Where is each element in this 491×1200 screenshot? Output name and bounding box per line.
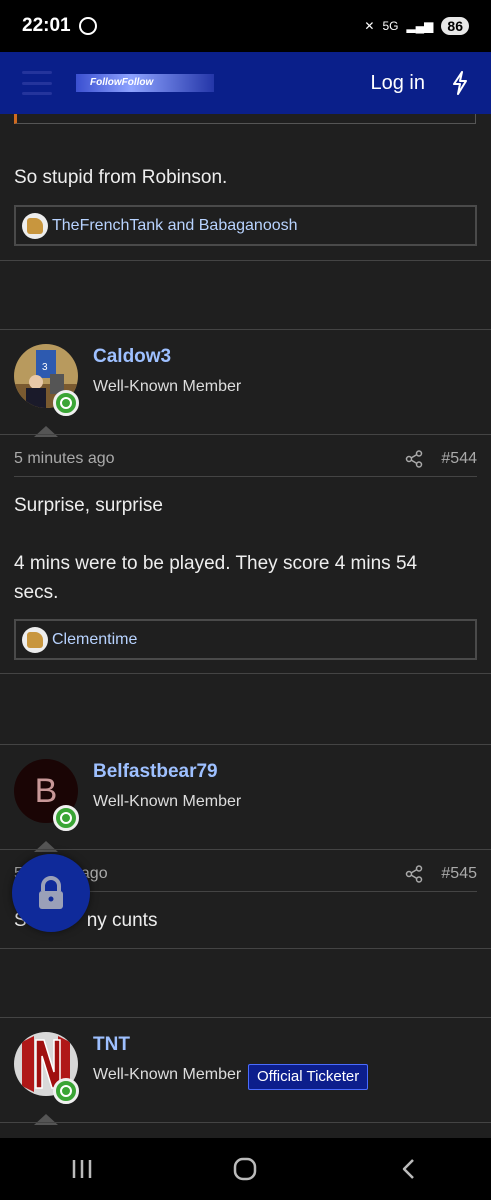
share-icon[interactable]: [405, 450, 423, 468]
reactions-list[interactable]: Clementime: [52, 631, 137, 649]
reactions-list[interactable]: TheFrenchTank and Babaganoosh: [52, 217, 298, 235]
user-title: Well-Known Member: [93, 378, 242, 395]
app-header: FollowFollow Log in: [0, 52, 491, 114]
message-line: secs.: [14, 582, 59, 603]
post-number[interactable]: #545: [441, 865, 477, 883]
message-meta: 5 minutes ago #544: [14, 445, 477, 473]
online-status-icon: [53, 390, 79, 416]
recent-apps-icon[interactable]: [62, 1149, 102, 1189]
share-icon[interactable]: [405, 865, 423, 883]
user-block: TNT Well-Known Member: [0, 1018, 491, 1125]
online-status-icon: [53, 1078, 79, 1104]
user-title: Well-Known Member: [93, 793, 242, 810]
username[interactable]: Belfastbear79: [93, 761, 218, 783]
username[interactable]: TNT: [93, 1034, 130, 1056]
login-button[interactable]: Log in: [371, 72, 426, 95]
network-label: 5G: [382, 19, 399, 33]
online-status-icon: [53, 805, 79, 831]
user-block: B Belfastbear79 Well-Known Member: [0, 745, 491, 852]
divider: [0, 260, 491, 261]
home-icon[interactable]: [225, 1149, 265, 1189]
quote-block: [14, 114, 476, 124]
system-nav-bar: [0, 1138, 491, 1200]
post-number[interactable]: #544: [441, 450, 477, 468]
message-pointer: [34, 426, 58, 437]
divider: [0, 1122, 491, 1123]
lock-button[interactable]: [12, 854, 90, 932]
user-block: 3 Caldow3 Well-Known Member: [0, 330, 491, 437]
message-fragment: ny cunts: [86, 910, 158, 931]
whatsapp-icon: [78, 17, 97, 35]
divider: [0, 849, 491, 850]
divider: [0, 948, 491, 949]
message-pointer: [34, 1114, 58, 1125]
mute-icon: ✕: [364, 19, 375, 33]
message-line: Surprise, surprise: [14, 495, 163, 516]
reactions-bar[interactable]: TheFrenchTank and Babaganoosh: [14, 205, 477, 246]
reactions-bar[interactable]: Clementime: [14, 619, 477, 660]
divider: [0, 673, 491, 674]
post-time[interactable]: 5 minutes ago: [14, 450, 115, 468]
like-icon: [22, 626, 48, 653]
status-time: 22:01: [22, 15, 71, 36]
whats-new-bolt-icon[interactable]: [451, 71, 469, 95]
lock-icon: [39, 876, 63, 909]
divider: [14, 476, 477, 477]
back-icon[interactable]: [389, 1149, 429, 1189]
message-body: So stupid from Robinson.: [14, 167, 228, 188]
signal-icon: ▂▄▆: [406, 19, 434, 33]
username[interactable]: Caldow3: [93, 346, 171, 368]
message-body: Surprise, surprise 4 mins were to be pla…: [14, 491, 417, 607]
site-logo[interactable]: FollowFollow: [76, 74, 214, 92]
like-icon: [22, 212, 48, 239]
thread-content: So stupid from Robinson. TheFrenchTank a…: [0, 114, 491, 1138]
svg-text:3: 3: [42, 362, 48, 373]
message-line: 4 mins were to be played. They score 4 m…: [14, 553, 418, 574]
status-indicators: ✕ 5G ▂▄▆ 86: [364, 17, 469, 35]
divider: [0, 434, 491, 435]
official-ticketer-banner: Official Ticketer: [248, 1064, 369, 1090]
battery-level: 86: [441, 17, 469, 35]
user-title: Well-Known Member: [93, 1066, 242, 1083]
menu-icon[interactable]: [22, 71, 52, 95]
status-bar: 22:01 ✕ 5G ▂▄▆ 86: [0, 0, 491, 52]
message-pointer: [34, 841, 58, 852]
avatar-letter: B: [34, 771, 58, 810]
